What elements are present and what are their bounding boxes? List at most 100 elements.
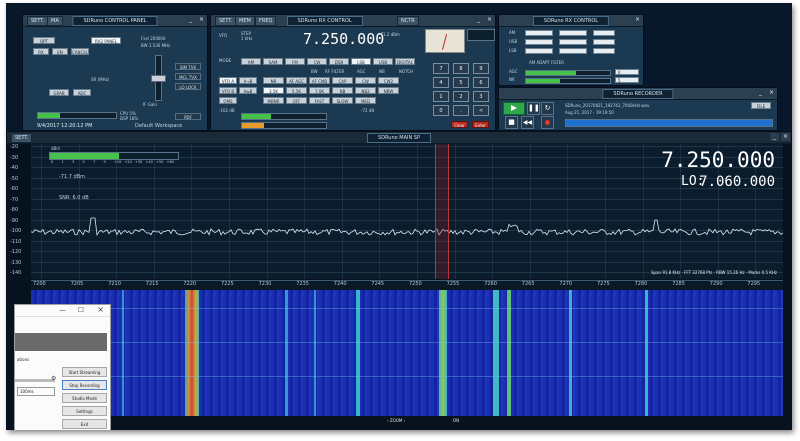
- en-button[interactable]: EN: [52, 48, 68, 55]
- record-button[interactable]: [541, 116, 554, 129]
- main-sp-minimize-icon[interactable]: _: [770, 133, 779, 141]
- rx-settings-close-icon[interactable]: ×: [633, 16, 642, 24]
- control-panel-ma-button[interactable]: MA: [47, 16, 63, 26]
- filter-button-3[interactable]: CAP: [332, 77, 353, 84]
- exit-button[interactable]: Exit: [62, 419, 107, 429]
- keypad-key-9[interactable]: 0: [433, 105, 449, 116]
- mode-button-usb[interactable]: USB: [373, 58, 393, 65]
- mode-button-fm[interactable]: FM: [285, 58, 305, 65]
- keypad-key-7[interactable]: 2: [453, 91, 469, 102]
- filter-button-2[interactable]: AF CMB: [309, 77, 330, 84]
- keypad-key-2[interactable]: 9: [473, 63, 489, 74]
- rxs-nr-bar[interactable]: [525, 78, 611, 84]
- if-gain-handle[interactable]: [151, 75, 166, 82]
- rx-button[interactable]: RX: [33, 48, 49, 55]
- play-button[interactable]: [503, 102, 525, 115]
- keypad-enter-button[interactable]: Enter: [472, 121, 489, 128]
- lo-frequency-display[interactable]: 7.060.000: [699, 174, 775, 190]
- rxs-field-3[interactable]: [593, 30, 615, 36]
- rxs-nr-value[interactable]: 5: [615, 77, 639, 83]
- main-sp-sett-button[interactable]: SETT.: [11, 133, 33, 143]
- squelch-bar[interactable]: [241, 113, 327, 120]
- filter-button-13[interactable]: OFF: [286, 97, 307, 104]
- rxs-agc-value[interactable]: 0: [615, 69, 639, 75]
- vfo-button-4[interactable]: QMS: [219, 97, 237, 104]
- keypad-key-6[interactable]: 1: [433, 91, 449, 102]
- rxs-field-5[interactable]: [559, 39, 587, 45]
- mode-button-lsb[interactable]: LSB: [351, 58, 371, 65]
- filter-button-7[interactable]: 5.5K: [286, 87, 307, 94]
- opt-button[interactable]: OPT: [33, 37, 55, 44]
- mode-button-cw[interactable]: CW: [307, 58, 327, 65]
- grab-button[interactable]: GRAB: [49, 89, 69, 96]
- mode-button-dsb[interactable]: DSB: [329, 58, 349, 65]
- vfo-button-1[interactable]: A→B: [239, 77, 257, 84]
- rewind-button[interactable]: ◀◀: [521, 116, 534, 129]
- rx-minimize-icon[interactable]: _: [474, 16, 483, 24]
- rx-frequency-display[interactable]: 7.250.000: [303, 30, 384, 48]
- recorder-close-icon[interactable]: ×: [767, 89, 776, 97]
- keypad-key-10[interactable]: .: [453, 105, 469, 116]
- filter-button-0[interactable]: NR: [263, 77, 284, 84]
- adc-button[interactable]: ADC: [73, 89, 91, 96]
- lo-lock-button[interactable]: LO LOCK: [175, 83, 201, 90]
- rxs-field-1[interactable]: [525, 30, 553, 36]
- filter-button-10[interactable]: NB2: [355, 87, 376, 94]
- stop-recording-button[interactable]: Stop Recording: [62, 380, 107, 390]
- filter-button-15[interactable]: SLOW: [332, 97, 353, 104]
- rx-freq-button[interactable]: FREQ: [255, 16, 277, 26]
- pause-button[interactable]: ❚❚: [527, 102, 540, 115]
- dialog-maximize-icon[interactable]: ☐: [78, 306, 84, 314]
- filter-button-5[interactable]: CW2: [378, 77, 399, 84]
- main-frequency-display[interactable]: 7.250.000: [661, 148, 775, 172]
- rxs-field-7[interactable]: [525, 48, 553, 54]
- filter-button-9[interactable]: NB: [332, 87, 353, 94]
- keypad-key-8[interactable]: 3: [473, 91, 489, 102]
- control-panel-settings-button[interactable]: SETT.: [27, 16, 49, 26]
- filter-button-12[interactable]: MBNR: [263, 97, 284, 104]
- stop-button[interactable]: ■: [505, 116, 518, 129]
- rxs-field-9[interactable]: [593, 48, 615, 54]
- vfo-button-3[interactable]: A⇆B: [239, 87, 257, 94]
- settings-button[interactable]: Settings: [62, 406, 107, 416]
- filter-button-6[interactable]: 3.5K: [263, 87, 284, 94]
- cancel-button[interactable]: CANCEL: [71, 48, 89, 55]
- mode-button-am[interactable]: AM: [241, 58, 261, 65]
- keypad-key-3[interactable]: 4: [433, 77, 449, 88]
- keypad-key-1[interactable]: 8: [453, 63, 469, 74]
- tuning-marker[interactable]: [435, 144, 449, 279]
- filter-button-8[interactable]: 7.0K: [309, 87, 330, 94]
- filter-button-1[interactable]: AF AGC: [286, 77, 307, 84]
- rxs-field-2[interactable]: [559, 30, 587, 36]
- loop-button[interactable]: ↻: [541, 102, 554, 115]
- rxs-agc-bar[interactable]: [525, 70, 611, 76]
- mode-button-sam[interactable]: SAM: [263, 58, 283, 65]
- rxs-field-8[interactable]: [559, 48, 587, 54]
- studio-mode-button[interactable]: Studio Mode: [62, 393, 107, 403]
- rxs-field-6[interactable]: [593, 39, 615, 45]
- filter-button-14[interactable]: FAST: [309, 97, 330, 104]
- dialog-input[interactable]: 100ms: [17, 387, 55, 396]
- vfo-button-2[interactable]: VFO B: [219, 87, 237, 94]
- recorder-file-button[interactable]: FILE: [751, 102, 771, 109]
- keypad-key-11[interactable]: <: [473, 105, 489, 116]
- dialog-gear-icon[interactable]: ⚙: [51, 375, 56, 382]
- dialog-slider[interactable]: [15, 379, 55, 382]
- minimize-icon[interactable]: _: [186, 16, 195, 24]
- keypad-clear-button[interactable]: Clear: [451, 121, 468, 128]
- close-icon[interactable]: ×: [197, 16, 206, 24]
- main-sp-close-icon[interactable]: ×: [781, 133, 790, 141]
- vfo-button-0[interactable]: VFO A: [219, 77, 237, 84]
- rx-nctr-button[interactable]: NCTR: [397, 16, 419, 26]
- rxs-field-4[interactable]: [525, 39, 553, 45]
- mcl-tvx-button[interactable]: MCL TVX: [175, 73, 201, 80]
- keypad-key-0[interactable]: 7: [433, 63, 449, 74]
- volume-bar[interactable]: [241, 122, 327, 129]
- rx-mem-button[interactable]: MEM: [235, 16, 255, 26]
- filter-button-16[interactable]: MED: [355, 97, 376, 104]
- waterfall-display[interactable]: [31, 290, 783, 416]
- mode-button-digital[interactable]: DIGITAL: [395, 58, 415, 65]
- dialog-minimize-icon[interactable]: —: [59, 306, 66, 314]
- pdf-button[interactable]: PDF: [175, 113, 201, 120]
- rx2-panel-button[interactable]: RX2 PANEL: [91, 37, 121, 44]
